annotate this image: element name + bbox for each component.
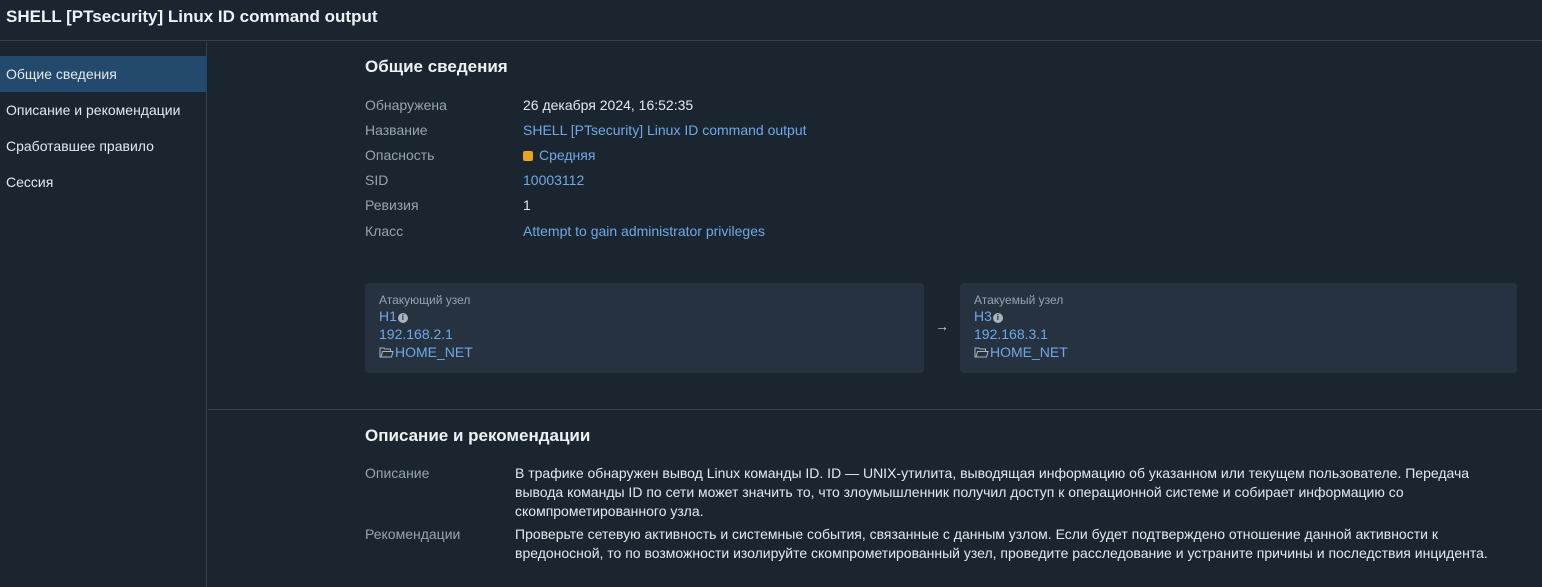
severity-value[interactable]: Средняя bbox=[523, 147, 595, 163]
folder-icon bbox=[379, 347, 394, 358]
sid-link[interactable]: 10003112 bbox=[523, 172, 584, 188]
attacker-host: H1 bbox=[379, 308, 397, 324]
section-divider bbox=[208, 409, 1542, 410]
main-content: Общие сведения Обнаружена 26 декабря 202… bbox=[208, 42, 1542, 587]
sidebar-item-description[interactable]: Описание и рекомендации bbox=[0, 92, 207, 128]
attacker-ip-link[interactable]: 192.168.2.1 bbox=[379, 326, 453, 342]
attacker-network: HOME_NET bbox=[395, 344, 473, 360]
sidebar-item-rule[interactable]: Сработавшее правило bbox=[0, 128, 207, 164]
target-node-card: Атакуемый узел H3 i 192.168.3.1 HOME_NET bbox=[960, 283, 1517, 373]
detected-label: Обнаружена bbox=[365, 97, 447, 113]
detected-value: 26 декабря 2024, 16:52:35 bbox=[523, 97, 694, 113]
recommendations-text: Проверьте сетевую активность и системные… bbox=[515, 525, 1515, 563]
target-network: HOME_NET bbox=[990, 344, 1068, 360]
description-text: В трафике обнаружен вывод Linux команды … bbox=[515, 464, 1515, 521]
sid-label: SID bbox=[365, 172, 389, 188]
section-title-general: Общие сведения bbox=[365, 57, 508, 76]
revision-value: 1 bbox=[523, 197, 531, 213]
class-label: Класс bbox=[365, 223, 404, 239]
sidebar-nav: Общие сведения Описание и рекомендации С… bbox=[0, 42, 207, 587]
folder-icon bbox=[974, 347, 989, 358]
target-host-link[interactable]: H3 i bbox=[974, 308, 1003, 324]
attacker-host-link[interactable]: H1 i bbox=[379, 308, 408, 324]
description-line: вывода команды ID по сети может значить … bbox=[515, 484, 1404, 500]
attacker-node-card: Атакующий узел H1 i 192.168.2.1 HOME_NET bbox=[365, 283, 924, 373]
target-host: H3 bbox=[974, 308, 992, 324]
recommendations-line: Проверьте сетевую активность и системные… bbox=[515, 526, 1438, 542]
recommendations-label: Рекомендации bbox=[365, 526, 461, 542]
class-link[interactable]: Attempt to gain administrator privileges bbox=[523, 223, 765, 239]
recommendations-line: вредоносной, то по возможности изолируйт… bbox=[515, 545, 1488, 561]
name-label: Название bbox=[365, 122, 428, 138]
revision-label: Ревизия bbox=[365, 197, 419, 213]
info-icon[interactable]: i bbox=[397, 313, 408, 323]
attacker-network-link[interactable]: HOME_NET bbox=[379, 344, 473, 360]
severity-label: Опасность bbox=[365, 147, 435, 163]
description-line: скомпрометированного узла. bbox=[515, 503, 704, 519]
sidebar-item-session[interactable]: Сессия bbox=[0, 164, 207, 200]
description-line: В трафике обнаружен вывод Linux команды … bbox=[515, 465, 1470, 481]
severity-text: Средняя bbox=[539, 147, 596, 163]
title-bar: SHELL [PTsecurity] Linux ID command outp… bbox=[0, 0, 1542, 41]
target-network-link[interactable]: HOME_NET bbox=[974, 344, 1068, 360]
severity-square-icon bbox=[523, 151, 533, 161]
target-label: Атакуемый узел bbox=[974, 293, 1064, 307]
attacker-label: Атакующий узел bbox=[379, 293, 471, 307]
target-ip-link[interactable]: 192.168.3.1 bbox=[974, 326, 1048, 342]
sidebar-item-general[interactable]: Общие сведения bbox=[0, 56, 207, 92]
arrow-right-icon: → bbox=[935, 318, 949, 334]
name-link[interactable]: SHELL [PTsecurity] Linux ID command outp… bbox=[523, 122, 807, 138]
description-label: Описание bbox=[365, 465, 430, 481]
section-title-description: Описание и рекомендации bbox=[365, 426, 591, 445]
window-title: SHELL [PTsecurity] Linux ID command outp… bbox=[6, 7, 378, 26]
info-icon[interactable]: i bbox=[992, 313, 1003, 323]
